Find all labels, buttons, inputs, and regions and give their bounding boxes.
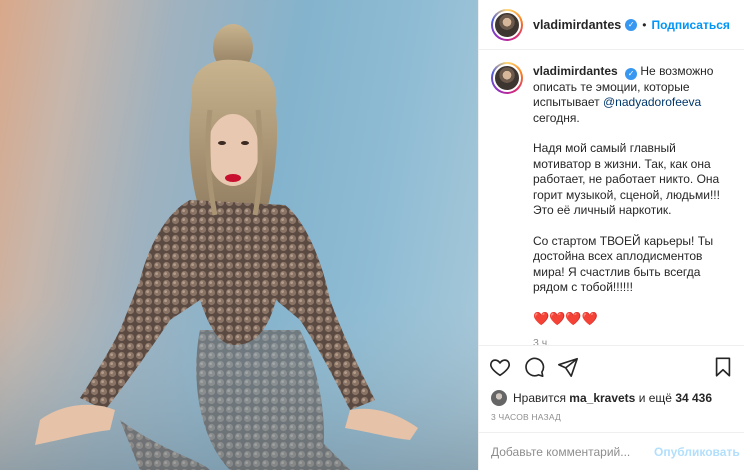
caption-mention-link[interactable]: @nadyadorofeeva [603, 95, 701, 109]
heart-icon[interactable] [489, 356, 511, 378]
share-icon[interactable] [557, 356, 579, 378]
caption-hearts: ❤️❤️❤️❤️ [533, 310, 598, 326]
likes-summary: Нравится ma_kravets и ещё 34 436 [479, 388, 744, 408]
post-caption: vladimirdantes ✓ Не возможно описать те … [533, 64, 732, 345]
verified-badge-icon: ✓ [625, 67, 638, 80]
post-header: vladimirdantes ✓ • Подписаться [479, 0, 744, 50]
username-link[interactable]: vladimirdantes [533, 18, 621, 32]
bookmark-icon[interactable] [712, 356, 734, 378]
caption-paragraph-2: Надя мой самый главный мотиватор в жизни… [533, 141, 720, 218]
liker-username-link[interactable]: ma_kravets [569, 391, 635, 405]
post-container: vladimirdantes ✓ • Подписаться vladimird… [0, 0, 744, 470]
comments-section: vladimirdantes ✓ Не возможно описать те … [479, 50, 744, 345]
follow-button[interactable]: Подписаться [651, 18, 729, 32]
avatar-image [493, 64, 521, 92]
caption-paragraph-3: Со стартом ТВОЕЙ карьеры! Ты достойна вс… [533, 233, 714, 295]
likes-count-link[interactable]: 34 436 [675, 391, 712, 405]
liker-avatar [491, 390, 507, 406]
post-date[interactable]: 3 ЧАСОВ НАЗАД [479, 408, 744, 428]
verified-badge-icon: ✓ [625, 18, 638, 31]
add-comment-bar: Опубликовать [479, 432, 744, 470]
separator-dot: • [642, 17, 647, 32]
post-photo[interactable] [0, 0, 478, 470]
action-bar [479, 346, 744, 388]
avatar[interactable] [491, 62, 523, 94]
caption-row: vladimirdantes ✓ Не возможно описать те … [491, 62, 732, 345]
caption-username[interactable]: vladimirdantes [533, 64, 618, 78]
avatar[interactable] [491, 8, 523, 41]
likes-suffix: и ещё [638, 391, 672, 405]
comment-input[interactable] [491, 444, 646, 459]
caption-text-1b: сегодня. [533, 110, 580, 125]
comment-icon[interactable] [523, 356, 545, 378]
publish-button[interactable]: Опубликовать [654, 445, 740, 459]
caption-timestamp[interactable]: 3 ч. [533, 336, 732, 345]
avatar-image [493, 10, 521, 39]
actions-area: Нравится ma_kravets и ещё 34 436 3 ЧАСОВ… [479, 345, 744, 470]
photo-illustration [0, 24, 478, 470]
likes-prefix: Нравится [513, 391, 566, 405]
post-side-panel: vladimirdantes ✓ • Подписаться vladimird… [478, 0, 744, 470]
